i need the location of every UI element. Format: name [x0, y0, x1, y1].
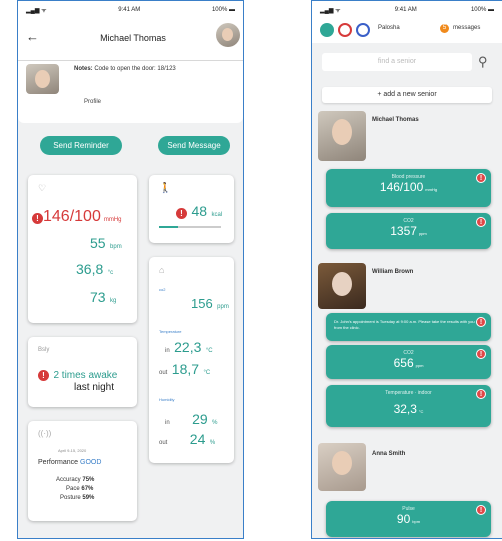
add-senior-button[interactable]: + add a new senior — [322, 87, 492, 103]
senior-name[interactable]: Michael Thomas — [372, 117, 419, 123]
humidity-label: Humidity — [159, 397, 175, 402]
environment-card[interactable]: ⌂ co2 156 ppm Temperature in 22,3 °C out… — [149, 257, 234, 463]
co2-card[interactable]: ! CO2 656 ppm — [326, 345, 491, 379]
appointment-note-card[interactable]: ! Dr. John's appointment is Tuesday at 9:… — [326, 313, 491, 341]
status-bar: ▂▄▆ ᯤ 9:41 AM 100% ▬ — [18, 1, 243, 19]
weight-reading: 73 kg — [90, 289, 117, 305]
posture-row: Posture 59% — [60, 495, 95, 501]
status-time: 9:41 AM — [394, 7, 417, 13]
send-reminder-button[interactable]: Send Reminder — [40, 136, 122, 155]
search-icon[interactable]: ⚲ — [478, 54, 488, 70]
signal-icon: ▂▄▆ ᯤ — [26, 8, 47, 14]
bp-card[interactable]: ! Blood pressure 146/100 mmHg — [326, 169, 491, 207]
alert-icon: ! — [38, 370, 49, 381]
alert-icon: ! — [32, 213, 43, 224]
performance-date: April 9-15, 2020 — [58, 448, 87, 453]
header: ← Michael Thomas — [18, 19, 243, 61]
accuracy-row: Accuracy 75% — [56, 477, 95, 483]
search-input[interactable]: find a senior — [322, 53, 472, 71]
page-title: Michael Thomas — [100, 33, 166, 43]
header-avatar[interactable] — [216, 23, 240, 47]
outdoor-humidity: out 24 % — [159, 431, 216, 447]
co2-label: co2 — [159, 287, 166, 292]
temperature-card[interactable]: ! Temperature · indoor 32,3 °C — [326, 385, 491, 427]
senior-photo[interactable] — [318, 263, 366, 309]
user-name[interactable]: Palosha — [378, 25, 400, 31]
indoor-temp: in 22,3 °C — [165, 339, 213, 355]
senior-name[interactable]: Anna Smith — [372, 451, 405, 457]
alert-icon: ! — [476, 317, 486, 327]
senior-photo — [26, 64, 59, 94]
senior-name[interactable]: William Brown — [372, 269, 413, 275]
messages-link[interactable]: messages — [453, 25, 480, 31]
co2-card[interactable]: ! CO2 1357 ppm — [326, 213, 491, 249]
pulse-reading: 55 bpm — [90, 235, 122, 251]
indoor-humidity: in 29 % — [165, 411, 218, 427]
outdoor-temp: out 18,7 °C — [159, 361, 211, 377]
temperature-reading: 36,8 °c — [76, 261, 114, 277]
activity-progress-bar — [159, 226, 221, 228]
alert-icon: ! — [176, 208, 187, 219]
back-arrow-icon[interactable]: ← — [26, 29, 39, 44]
calories-reading: ! 48 kcal — [176, 203, 222, 221]
vitals-card[interactable]: ♡ ! 146/100 mmHg 55 bpm 36,8 °c 73 kg — [28, 175, 137, 323]
activity-card[interactable]: 🚶 ! 48 kcal — [149, 175, 234, 243]
filter-alert-icon[interactable] — [338, 23, 352, 37]
walking-icon: 🚶 — [159, 183, 172, 194]
performance-card[interactable]: ((·)) April 9-15, 2020 Performance GOOD … — [28, 421, 137, 521]
sleep-label: Bsly — [38, 347, 50, 353]
heart-monitor-icon: ♡ — [38, 183, 47, 193]
senior-photo[interactable] — [318, 443, 366, 491]
sound-waves-icon: ((·)) — [38, 429, 52, 438]
filter-info-icon[interactable] — [356, 23, 370, 37]
battery-level: 100% ▬ — [470, 7, 494, 13]
messages-count-badge: 5 — [440, 24, 449, 33]
filter-all-icon[interactable] — [320, 23, 334, 37]
status-time: 9:41 AM — [118, 7, 141, 13]
temperature-label: Temperature — [159, 329, 182, 334]
senior-photo[interactable] — [318, 111, 366, 161]
pace-row: Pace 67% — [66, 486, 94, 492]
senior-detail-screen: ▂▄▆ ᯤ 9:41 AM 100% ▬ ← Michael Thomas No… — [17, 0, 244, 539]
bp-reading: ! 146/100 mmHg — [32, 208, 122, 226]
pulse-card[interactable]: ! Pulse 90 bpm — [326, 501, 491, 537]
sleep-subtext: last night — [74, 382, 115, 393]
home-sensor-icon: ⌂ — [159, 265, 165, 275]
header: Palosha 5 messages — [312, 19, 502, 43]
performance-rating: Performance GOOD — [38, 459, 102, 466]
status-bar: ▂▄▆ ᯤ 9:41 AM 100% ▬ — [312, 1, 502, 19]
send-message-button[interactable]: Send Message — [158, 136, 230, 155]
sleep-card[interactable]: Bsly ! 2 times awake last night — [28, 337, 137, 407]
profile-button[interactable]: Profile — [84, 99, 101, 105]
sleep-reading: ! 2 times awake — [38, 365, 117, 383]
signal-icon: ▂▄▆ ᯤ — [320, 8, 341, 14]
battery-level: 100% ▬ — [211, 7, 235, 13]
co2-reading: 156 ppm — [191, 296, 229, 311]
notes-text: Notes: Code to open the door: 18/123 — [74, 66, 176, 72]
seniors-list-screen: ▂▄▆ ᯤ 9:41 AM 100% ▬ Palosha 5 messages … — [311, 0, 502, 539]
notes-section: Notes: Code to open the door: 18/123 Pro… — [18, 61, 243, 123]
